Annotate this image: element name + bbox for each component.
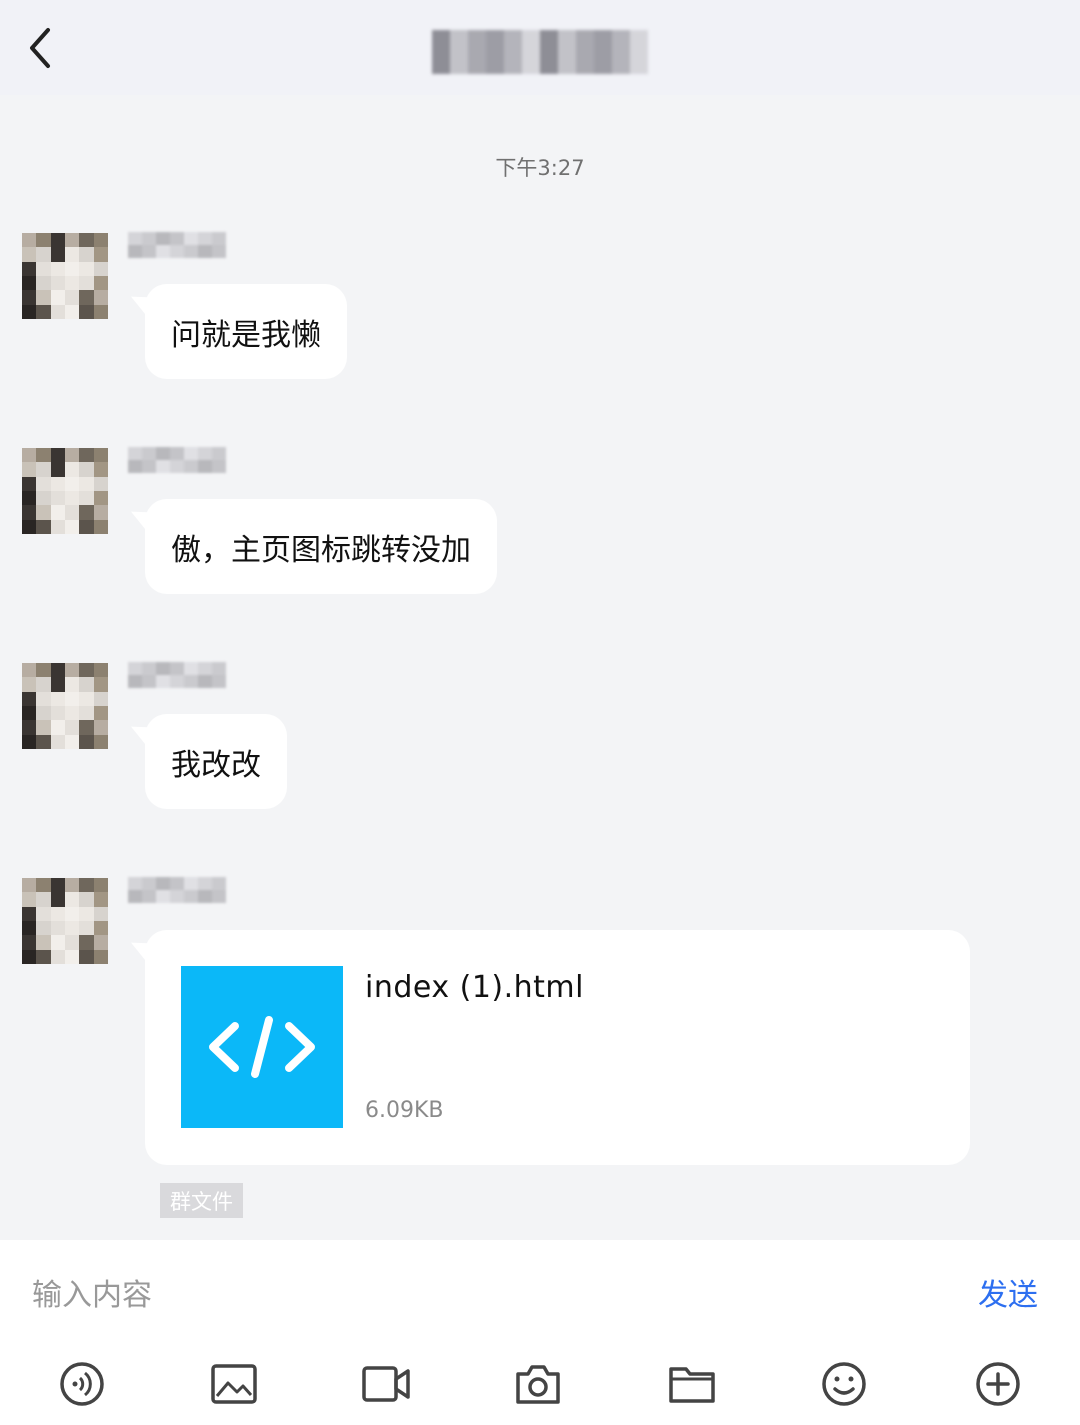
- message-timestamp: 下午3:27: [495, 156, 585, 180]
- avatar[interactable]: [22, 878, 108, 964]
- sender-name-redacted: [128, 447, 226, 473]
- file-size: 6.09KB: [365, 1098, 444, 1123]
- avatar[interactable]: [22, 448, 108, 534]
- sender-name-redacted: [128, 232, 226, 258]
- message-bubble[interactable]: 我改改: [145, 714, 287, 809]
- send-button[interactable]: 发送: [978, 1270, 1038, 1314]
- chat-header: [0, 0, 1080, 95]
- file-name: index (1).html: [365, 970, 584, 1005]
- video-icon[interactable]: [360, 1358, 412, 1410]
- back-button[interactable]: [18, 22, 62, 74]
- camera-icon[interactable]: [512, 1358, 564, 1410]
- input-bar: 输入内容 发送: [0, 1240, 1080, 1425]
- emoji-icon[interactable]: [818, 1358, 870, 1410]
- chevron-left-icon: [30, 28, 50, 68]
- avatar[interactable]: [22, 663, 108, 749]
- input-toolbar: [0, 1358, 1080, 1410]
- chat-title-redacted: [432, 30, 648, 74]
- file-message-card[interactable]: index (1).html 6.09KB: [145, 930, 970, 1165]
- code-file-icon: [181, 966, 343, 1128]
- image-icon[interactable]: [208, 1358, 260, 1410]
- voice-icon[interactable]: [56, 1358, 108, 1410]
- message-bubble[interactable]: 傲，主页图标跳转没加: [145, 499, 497, 594]
- sender-name-redacted: [128, 662, 226, 688]
- folder-icon[interactable]: [666, 1358, 718, 1410]
- avatar[interactable]: [22, 233, 108, 319]
- sender-name-redacted: [128, 877, 226, 903]
- plus-circle-icon[interactable]: [972, 1358, 1024, 1410]
- message-bubble[interactable]: 问就是我懒: [145, 284, 347, 379]
- file-source-tag[interactable]: 群文件: [160, 1183, 243, 1218]
- message-input[interactable]: 输入内容: [32, 1270, 152, 1314]
